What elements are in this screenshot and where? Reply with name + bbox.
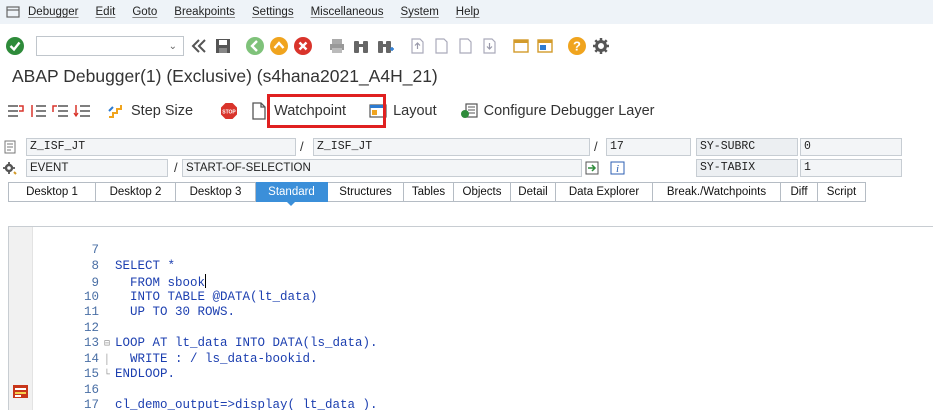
tab-break-watchpoints[interactable]: Break./Watchpoints [653,182,781,202]
system-menu-icon[interactable] [4,5,22,19]
code-line: 11 UP TO 30 ROWS. [33,291,933,319]
code-line: 15 └ ENDLOOP. [33,353,933,381]
event-gear-icon [3,161,17,178]
breakpoint-gutter[interactable] [9,227,33,410]
event-name-field: START-OF-SELECTION [182,159,582,177]
menu-settings[interactable]: Settings [252,6,294,18]
exit-icon[interactable] [268,35,290,57]
code-line: 12 [33,307,933,335]
menu-breakpoints[interactable]: Breakpoints [174,6,235,18]
program-icon [3,140,17,157]
chevron-down-icon[interactable]: ⌄ [169,41,177,52]
svg-text:?: ? [573,39,581,54]
help-icon[interactable]: ? [566,35,588,57]
stop-button[interactable]: STOP [219,101,241,121]
sy-tabix-label: SY-TABIX [696,159,798,177]
sy-tabix-value: 1 [800,159,902,177]
code-line: 18 [33,400,933,410]
back-history-icon[interactable] [188,35,210,57]
previous-page-icon[interactable] [430,35,452,57]
line-number-field: 17 [606,138,691,156]
navigate-icon[interactable] [585,161,600,178]
step-size-label: Step Size [131,103,194,119]
print-icon[interactable] [326,35,348,57]
execute-icon[interactable] [28,101,48,121]
tab-desktop-3[interactable]: Desktop 3 [176,182,256,202]
menu-edit[interactable]: Edit [96,6,116,18]
code-line: 13 ⊟ LOOP AT lt_data INTO DATA(ls_data). [33,322,933,350]
tab-objects[interactable]: Objects [454,182,511,202]
enter-icon[interactable] [4,35,26,57]
new-session-icon[interactable] [510,35,532,57]
configure-layer-icon [459,101,479,121]
cancel-icon[interactable] [292,35,314,57]
code-line: 16 [33,369,933,397]
watchpoint-highlight-box [267,94,386,128]
desktop-tabs: Desktop 1 Desktop 2 Desktop 3 Standard S… [8,182,866,202]
layout-label: Layout [393,103,437,119]
svg-text:i: i [616,163,619,175]
svg-text:STOP: STOP [222,110,236,116]
debugger-toolbar: Step Size STOP Watchpoint Layout Configu… [0,98,933,124]
configure-debugger-layer-label: Configure Debugger Layer [483,103,655,119]
command-field[interactable]: ⌄ [36,36,184,56]
return-icon[interactable] [50,101,70,121]
event-info-row: EVENT / START-OF-SELECTION i SY-TABIX 1 [0,159,933,178]
separator: / [594,139,598,154]
configure-debugger-layer-button[interactable]: Configure Debugger Layer [459,101,655,121]
tab-desktop-2[interactable]: Desktop 2 [96,182,176,202]
tab-standard[interactable]: Standard [256,182,328,202]
include-name-field: Z_ISF_JT [313,138,590,156]
first-page-icon[interactable] [406,35,428,57]
tab-tables[interactable]: Tables [404,182,454,202]
find-next-icon[interactable] [374,35,396,57]
event-type-field: EVENT [26,159,168,177]
tab-desktop-1[interactable]: Desktop 1 [8,182,96,202]
code-line: 7 [33,229,933,257]
stop-icon: STOP [219,101,239,121]
shortcut-icon[interactable] [534,35,556,57]
current-statement-icon [12,384,29,399]
find-icon[interactable] [350,35,372,57]
window-title: ABAP Debugger(1) (Exclusive) (s4hana2021… [12,66,438,86]
menu-debugger[interactable]: Debugger [28,6,79,18]
sy-subrc-label: SY-SUBRC [696,138,798,156]
code-line: 9 FROM sbook [33,260,933,290]
settings-icon[interactable] [590,35,612,57]
single-step-icon[interactable] [6,101,26,121]
back-icon[interactable] [244,35,266,57]
code-line: 14 │ WRITE : / ls_data-bookid. [33,338,933,366]
tab-script[interactable]: Script [818,182,866,202]
code-line: 8 SELECT * [33,245,933,273]
separator: / [174,160,178,175]
standard-toolbar: ⌄ ? [0,32,933,60]
sy-subrc-value: 0 [800,138,902,156]
code-line: 10 INTO TABLE @DATA(lt_data) [33,276,933,304]
tab-data-explorer[interactable]: Data Explorer [556,182,653,202]
active-tab-indicator [286,201,296,206]
save-icon[interactable] [212,35,234,57]
menu-bar: Debugger Edit Goto Breakpoints Settings … [0,0,933,24]
next-page-icon[interactable] [454,35,476,57]
code-line: 17 cl_demo_output=>display( lt_data ). [33,384,933,410]
menu-system[interactable]: System [400,6,438,18]
menu-goto[interactable]: Goto [132,6,157,18]
last-page-icon[interactable] [478,35,500,57]
step-size-icon [106,101,126,121]
menu-miscellaneous[interactable]: Miscellaneous [311,6,384,18]
tab-diff[interactable]: Diff [781,182,818,202]
step-size-button[interactable]: Step Size [106,101,193,121]
program-name-field: Z_ISF_JT [26,138,296,156]
menu-help[interactable]: Help [456,6,480,18]
source-code-editor[interactable]: 7 8 SELECT * 9 FROM sbook 10 INTO TABLE @… [8,226,933,410]
separator: / [300,139,304,154]
info-icon[interactable]: i [610,161,625,178]
tab-detail[interactable]: Detail [511,182,556,202]
tab-structures[interactable]: Structures [328,182,404,202]
continue-icon[interactable] [72,101,92,121]
program-info-row: Z_ISF_JT / Z_ISF_JT / 17 SY-SUBRC 0 [0,138,933,157]
